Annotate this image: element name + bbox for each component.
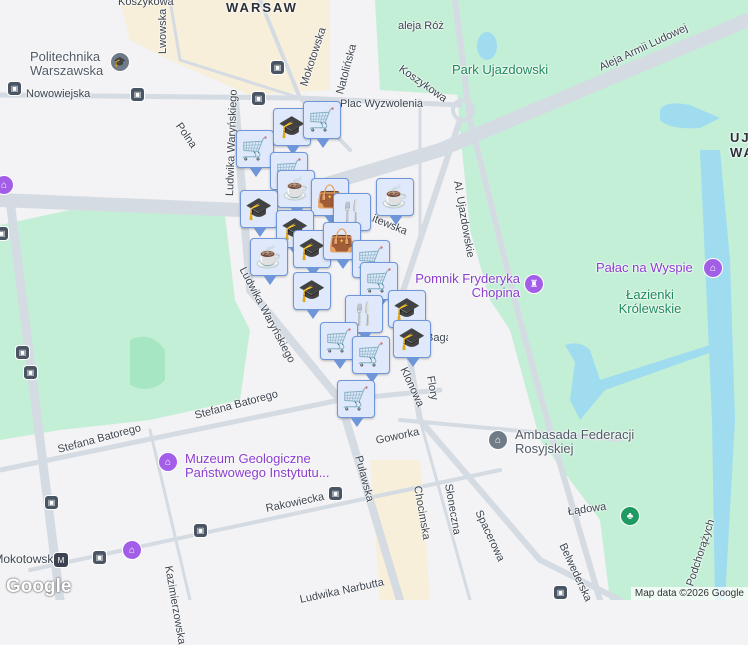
- graduation-cap-icon: 🎓: [278, 114, 306, 139]
- tram-stop-icon[interactable]: ▣: [92, 550, 107, 565]
- graduation-cap-icon: 🎓: [298, 278, 326, 303]
- map-marker-cart[interactable]: 🛒: [352, 336, 390, 383]
- coffee-icon: ☕: [381, 184, 409, 209]
- tram-stop-icon[interactable]: ▣: [553, 585, 568, 600]
- district-label: UJA WA: [730, 130, 748, 160]
- map-marker-coffee[interactable]: ☕: [277, 170, 315, 217]
- museum-icon[interactable]: ⌂: [158, 452, 178, 472]
- tram-stop-icon[interactable]: ▣: [0, 226, 9, 241]
- graduation-cap-icon: 🎓: [393, 296, 421, 321]
- map-marker-graduation-cap[interactable]: 🎓: [393, 320, 431, 367]
- street-label: Nowowiejska: [26, 88, 91, 100]
- graduation-cap-icon: 🎓: [298, 236, 326, 261]
- cart-icon: 🛒: [342, 386, 370, 411]
- tram-stop-icon[interactable]: ▣: [23, 365, 38, 380]
- university-icon[interactable]: 🎓: [110, 52, 130, 72]
- coffee-icon: ☕: [282, 176, 310, 201]
- tram-stop-icon[interactable]: ▣: [193, 523, 208, 538]
- map-marker-graduation-cap[interactable]: 🎓: [293, 272, 331, 319]
- graduation-cap-icon: 🎓: [398, 326, 426, 351]
- google-logo[interactable]: Google: [6, 576, 71, 598]
- cart-icon: 🛒: [357, 342, 385, 367]
- museum-icon[interactable]: ⌂: [122, 540, 142, 560]
- tram-stop-icon[interactable]: ▣: [328, 486, 343, 501]
- politechnika-label: Politechnika Warszawska: [30, 49, 104, 78]
- lazienki-label: Łazienki Królewskie: [618, 287, 682, 316]
- tram-stop-icon[interactable]: ▣: [7, 81, 22, 96]
- coffee-icon: ☕: [255, 244, 283, 269]
- park-ujazdowski-label: Park Ujazdowski: [452, 62, 549, 77]
- ambasada-label: Ambasada Federacji Rosyjskiej: [515, 427, 635, 456]
- tram-stop-icon[interactable]: ▣: [15, 345, 30, 360]
- tram-stop-icon[interactable]: ▣: [44, 495, 59, 510]
- map-attribution[interactable]: Map data ©2026 Google: [630, 587, 748, 600]
- map-marker-coffee[interactable]: ☕: [250, 238, 288, 285]
- chopin-label: Pomnik Fryderyka Chopina: [415, 271, 520, 300]
- street-label: Koszykowa: [118, 0, 174, 8]
- map-marker-cart[interactable]: 🛒: [337, 380, 375, 427]
- museum-icon[interactable]: ⌂: [703, 258, 723, 278]
- city-label: WARSAW: [226, 0, 298, 15]
- street-label: Plac Wyzwolenia: [340, 98, 424, 110]
- cart-icon: 🛒: [325, 328, 353, 353]
- map-marker-coffee[interactable]: ☕: [376, 178, 414, 225]
- tram-stop-icon[interactable]: ▣: [251, 91, 266, 106]
- embassy-icon[interactable]: ⌂: [488, 430, 508, 450]
- muzeum-label: Muzeum Geologiczne Państwowego Instytutu…: [185, 451, 330, 480]
- cart-icon: 🛒: [241, 136, 269, 161]
- map-marker-cart[interactable]: 🛒: [236, 130, 274, 177]
- map-marker-cart[interactable]: 🛒: [303, 101, 341, 148]
- street-label: aleja Róż: [398, 20, 444, 32]
- metro-icon[interactable]: M: [53, 552, 69, 568]
- street-label: Lwowska: [157, 8, 169, 54]
- tree-icon[interactable]: ♣: [620, 506, 640, 526]
- tram-stop-icon[interactable]: ▣: [130, 87, 145, 102]
- graduation-cap-icon: 🎓: [245, 196, 273, 221]
- monument-icon[interactable]: ♜: [524, 274, 544, 294]
- tram-stop-icon[interactable]: ▣: [270, 60, 285, 75]
- palac-label: Pałac na Wyspie: [596, 260, 693, 275]
- map-marker-graduation-cap[interactable]: 🎓: [240, 190, 278, 237]
- cart-icon: 🛒: [308, 107, 336, 132]
